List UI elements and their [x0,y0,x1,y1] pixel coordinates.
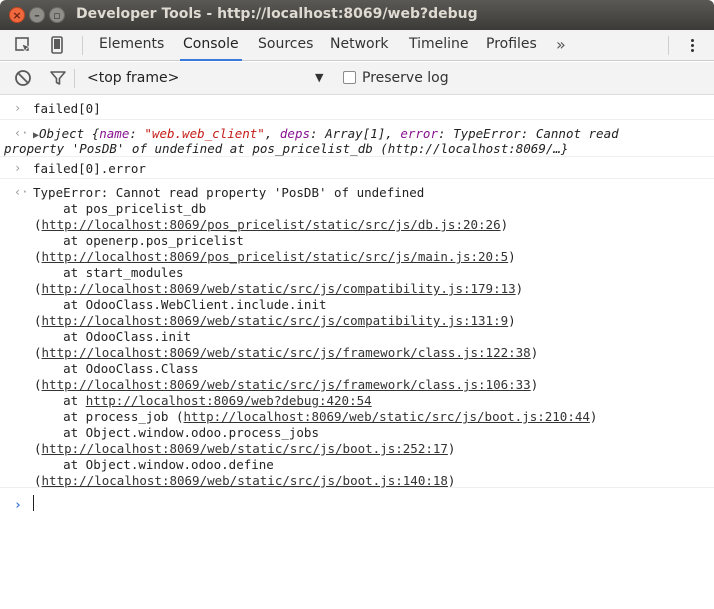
tab-profiles[interactable]: Profiles [483,30,540,61]
input-chevron-icon: › [14,101,22,115]
toolbar-divider [82,36,83,55]
stack-frame-link[interactable]: (http://localhost:8069/web/static/src/js… [34,441,455,457]
tab-console[interactable]: Console [180,30,242,61]
inspect-element-icon[interactable] [13,36,33,54]
clear-console-icon[interactable] [13,69,33,87]
output-arrow-icon: ‹· [14,185,29,199]
more-tabs-icon[interactable]: » [556,35,566,54]
tab-timeline[interactable]: Timeline [406,30,472,61]
console-command: failed[0].error [33,161,146,176]
devtools-tabbar: Elements Console Sources Network Timelin… [0,30,714,61]
window-title: Developer Tools - http://localhost:8069/… [76,6,478,22]
stack-frame-name: at Object.window.odoo.process_jobs [33,425,319,440]
window-maximize-button[interactable]: ▫ [49,7,65,23]
tab-sources[interactable]: Sources [255,30,316,61]
stack-frame-link[interactable]: (http://localhost:8069/web/static/src/js… [34,345,538,361]
customize-menu-icon[interactable] [688,37,696,55]
frame-select[interactable]: <top frame> [87,70,179,86]
stack-frame-name: at OdooClass.WebClient.include.init [33,297,327,312]
input-chevron-icon: › [14,161,22,175]
filter-icon[interactable] [48,69,68,87]
stack-frame-link[interactable]: (http://localhost:8069/web/static/src/js… [34,281,523,297]
console-error-entry: ‹· TypeError: Cannot read property 'PosD… [0,179,714,488]
stack-frame-link[interactable]: (http://localhost:8069/web/static/src/js… [34,313,516,329]
toolbar-divider [74,69,75,88]
console-prompt-icon: › [14,498,22,513]
window-close-button[interactable]: × [9,7,25,23]
output-arrow-icon: ‹· [14,126,29,140]
preserve-log-checkbox[interactable] [343,71,356,84]
window-minimize-button[interactable]: – [29,7,45,23]
stack-frame-link[interactable]: (http://localhost:8069/web/static/src/js… [34,473,455,489]
console-command: failed[0] [33,101,101,116]
toolbar-divider [668,36,669,55]
error-message: TypeError: Cannot read property 'PosDB' … [33,185,425,200]
device-mode-icon[interactable] [47,36,67,54]
stack-frame-name: at pos_pricelist_db [33,201,207,216]
console-input-entry: › failed[0] [0,96,714,120]
console-input-entry: › failed[0].error [0,157,714,179]
stack-frame-name: at start_modules [33,265,184,280]
chevron-down-icon[interactable]: ▼ [315,71,323,84]
stack-frame-name: at OdooClass.init [33,329,192,344]
preserve-log-label: Preserve log [362,70,449,86]
stack-frame-link[interactable]: (http://localhost:8069/web/static/src/js… [34,377,538,393]
object-summary-continued: property 'PosDB' of undefined at pos_pri… [4,141,569,156]
tab-elements[interactable]: Elements [96,30,167,61]
stack-frame-link[interactable]: (http://localhost:8069/pos_pricelist/sta… [34,249,516,265]
stack-frame-name: at OdooClass.Class [33,361,199,376]
console-toolbar: <top frame> ▼ Preserve log [0,62,714,95]
stack-frame-link[interactable]: (http://localhost:8069/pos_pricelist/sta… [34,217,508,233]
console-output[interactable]: › failed[0] ‹· ▶Object {name: "web.web_c… [0,96,714,609]
stack-frame-name: at openerp.pos_pricelist [33,233,244,248]
tab-network[interactable]: Network [327,30,391,61]
stack-frame-name: at Object.window.odoo.define [33,457,274,472]
console-input-field[interactable] [33,495,34,511]
console-output-entry[interactable]: ‹· ▶Object {name: "web.web_client", deps… [0,120,714,157]
stack-frame-link[interactable]: at process_job (http://localhost:8069/we… [33,409,597,425]
stack-frame-link[interactable]: at http://localhost:8069/web?debug:420:5… [33,393,372,409]
window-titlebar: × – ▫ Developer Tools - http://localhost… [0,0,714,30]
